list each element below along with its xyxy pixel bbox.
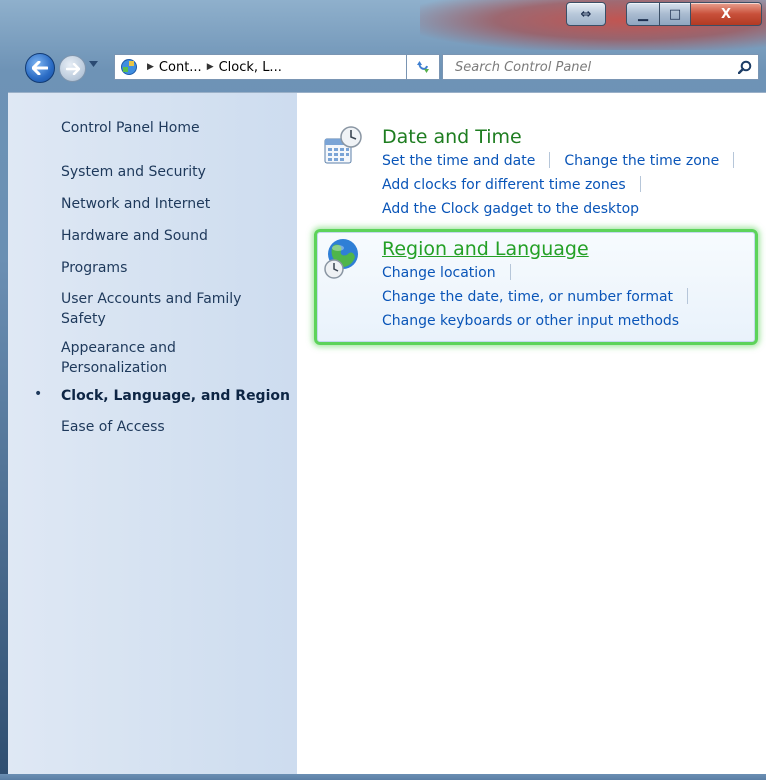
sidebar-item-control-panel-home[interactable]: Control Panel Home — [61, 118, 291, 138]
sidebar-item-ease-of-access[interactable]: Ease of Access — [61, 417, 291, 437]
main-panel: Date and Time Set the time and date Chang… — [297, 93, 766, 775]
sidebar-item-user-accounts[interactable]: User Accounts and Family Safety — [61, 289, 261, 329]
task-separator — [733, 152, 735, 168]
sidebar-item-programs[interactable]: Programs — [61, 258, 291, 278]
task-row-region-2: Change the date, time, or number format — [382, 287, 702, 307]
minimize-icon: ▁ — [638, 6, 648, 22]
close-button[interactable]: X — [690, 2, 762, 26]
refresh-icon — [417, 61, 429, 73]
task-add-clock-gadget[interactable]: Add the Clock gadget to the desktop — [382, 199, 639, 219]
task-separator — [687, 288, 689, 304]
frame-bottom-edge — [0, 774, 766, 780]
sidebar-item-appearance[interactable]: Appearance and Personalization — [61, 338, 211, 378]
task-add-clocks[interactable]: Add clocks for different time zones — [382, 177, 626, 193]
recent-pages-dropdown[interactable] — [89, 60, 98, 70]
search-icon[interactable] — [738, 60, 752, 74]
forward-button[interactable] — [59, 55, 86, 82]
search-box[interactable] — [442, 54, 759, 80]
window-frame: ⇔ ▁ □ X ▶ Cont... ▶ Clock, L... ▼ Con — [0, 0, 766, 780]
maximize-button[interactable]: □ — [659, 2, 691, 26]
breadcrumb-separator-icon: ▶ — [147, 62, 154, 72]
task-separator — [509, 264, 511, 280]
chevron-down-icon — [89, 61, 98, 67]
task-row-region-1: Change location — [382, 263, 525, 283]
address-bar[interactable]: ▶ Cont... ▶ Clock, L... ▼ — [114, 54, 424, 80]
task-row-date-time-2: Add clocks for different time zones — [382, 175, 655, 195]
close-icon: X — [720, 6, 732, 22]
sidebar-item-hardware-sound[interactable]: Hardware and Sound — [61, 226, 291, 246]
snap-button[interactable]: ⇔ — [566, 2, 606, 26]
sidebar-item-clock-language-region[interactable]: Clock, Language, and Region — [61, 386, 291, 406]
forward-arrow-icon — [65, 62, 80, 75]
task-set-time-date[interactable]: Set the time and date — [382, 153, 535, 169]
snap-icon: ⇔ — [580, 6, 592, 22]
task-change-format[interactable]: Change the date, time, or number format — [382, 289, 673, 305]
breadcrumb-clock-language[interactable]: Clock, L... — [219, 60, 282, 75]
back-arrow-icon — [32, 61, 48, 75]
maximize-icon: □ — [668, 6, 682, 22]
sidebar: Control Panel Home System and Security N… — [8, 93, 297, 775]
breadcrumb-control-panel[interactable]: Cont... — [159, 60, 202, 75]
frame-edge — [0, 260, 8, 780]
globe-clock-icon — [324, 239, 358, 279]
content-area: Control Panel Home System and Security N… — [8, 92, 766, 775]
task-row-date-time-1: Set the time and date Change the time zon… — [382, 151, 748, 171]
sidebar-item-network-internet[interactable]: Network and Internet — [61, 194, 291, 214]
task-separator — [549, 152, 551, 168]
category-date-time-title[interactable]: Date and Time — [382, 125, 522, 149]
control-panel-icon — [120, 58, 138, 76]
task-change-location[interactable]: Change location — [382, 265, 496, 281]
task-change-keyboards[interactable]: Change keyboards or other input methods — [382, 311, 679, 331]
active-bullet-icon: • — [34, 386, 43, 402]
sidebar-active-row: • Clock, Language, and Region — [8, 386, 297, 406]
back-button[interactable] — [25, 53, 55, 83]
task-change-time-zone[interactable]: Change the time zone — [564, 153, 719, 169]
sidebar-item-system-security[interactable]: System and Security — [61, 162, 291, 182]
search-input[interactable] — [453, 58, 737, 76]
category-region-language-title[interactable]: Region and Language — [382, 237, 589, 261]
calendar-clock-icon — [324, 126, 362, 164]
refresh-button[interactable] — [406, 54, 440, 80]
minimize-button[interactable]: ▁ — [626, 2, 660, 26]
task-separator — [639, 176, 641, 192]
breadcrumb-separator-icon: ▶ — [206, 62, 214, 72]
